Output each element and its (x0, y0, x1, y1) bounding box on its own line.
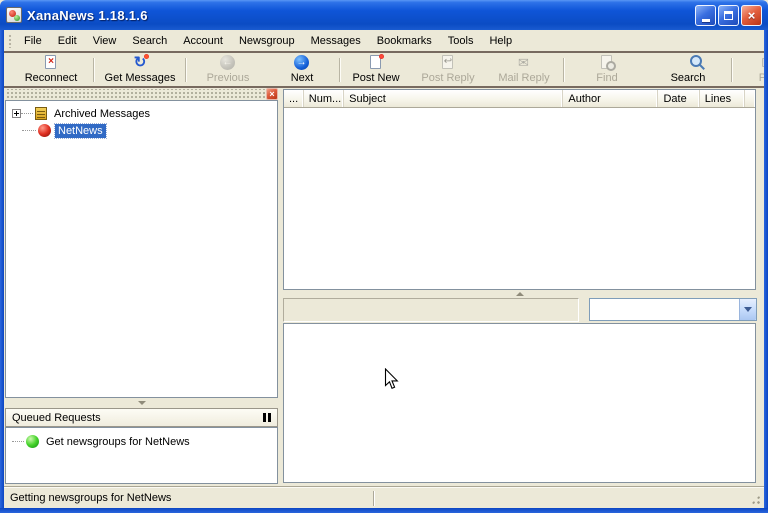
reconnect-button[interactable]: × Reconnect (11, 54, 91, 85)
next-button[interactable]: → Next (267, 54, 337, 85)
folder-pane-drag-strip[interactable] (5, 89, 278, 99)
tree-item-archived-messages[interactable]: Archived Messages (6, 105, 277, 122)
queued-requests-list: Get newsgroups for NetNews (5, 427, 278, 484)
column-header-number[interactable]: Num... (304, 90, 344, 107)
column-header-date[interactable]: Date (658, 90, 699, 107)
status-bar: Getting newsgroups for NetNews (4, 486, 764, 508)
splitter-collapse-icon (516, 292, 524, 296)
toolbar-separator (563, 58, 565, 82)
message-header-panel (283, 298, 579, 322)
window-border-right (764, 30, 768, 508)
queued-requests-header: Queued Requests (5, 408, 278, 427)
maximize-button[interactable] (718, 5, 739, 26)
toolbar: × Reconnect ↻ Get Messages ← Previous → … (4, 53, 764, 86)
next-icon: → (293, 55, 311, 71)
mail-reply-icon: ✉ (515, 55, 533, 71)
tree-item-label: Archived Messages (51, 107, 153, 121)
window-controls: × (695, 5, 762, 26)
combobox-value (590, 299, 739, 320)
band-divider (4, 86, 764, 88)
minimize-button[interactable] (695, 5, 716, 26)
close-button[interactable]: × (741, 5, 762, 26)
message-list: ... Num... Subject Author Date Lines (283, 89, 756, 290)
status-message: Getting newsgroups for NetNews (4, 492, 171, 504)
queued-request-label: Get newsgroups for NetNews (43, 435, 193, 449)
menu-file[interactable]: File (16, 33, 50, 49)
app-icon (6, 7, 22, 23)
column-header-subject[interactable]: Subject (344, 90, 563, 107)
app-window: XanaNews 1.18.1.6 × File Edit View Searc… (0, 0, 768, 513)
menu-help[interactable]: Help (481, 33, 520, 49)
maximize-icon (724, 11, 733, 20)
previous-icon: ← (219, 55, 237, 71)
menu-search[interactable]: Search (124, 33, 175, 49)
message-list-header: ... Num... Subject Author Date Lines (284, 90, 755, 108)
menu-edit[interactable]: Edit (50, 33, 85, 49)
message-preview-pane (283, 323, 756, 483)
status-panel-divider (373, 491, 375, 506)
window-border-bottom (0, 508, 768, 513)
tree-connector (22, 130, 36, 131)
post-reply-icon: ↩ (439, 55, 457, 71)
menu-bar: File Edit View Search Account Newsgroup … (4, 30, 764, 51)
close-icon: × (748, 9, 756, 22)
horizontal-splitter[interactable] (283, 290, 756, 298)
tree-item-netnews[interactable]: NetNews (6, 122, 277, 139)
queued-request-item[interactable]: Get newsgroups for NetNews (6, 433, 277, 450)
folder-pane-close-button[interactable]: × (266, 88, 278, 100)
menu-account[interactable]: Account (175, 33, 231, 49)
find-button[interactable]: Find (567, 54, 647, 85)
mail-reply-button[interactable]: ✉ Mail Reply (487, 54, 561, 85)
tree-connector (12, 441, 24, 442)
column-header-lines[interactable]: Lines (700, 90, 745, 107)
menu-drag-grip[interactable] (7, 33, 12, 48)
title-bar: XanaNews 1.18.1.6 × (0, 0, 768, 30)
pause-icon[interactable] (263, 413, 271, 422)
queued-requests-title: Queued Requests (12, 412, 101, 424)
chevron-down-icon (744, 307, 752, 312)
menu-view[interactable]: View (85, 33, 125, 49)
column-header-author[interactable]: Author (563, 90, 658, 107)
get-messages-button[interactable]: ↻ Get Messages (97, 54, 183, 85)
column-header-flags[interactable]: ... (284, 90, 304, 107)
minimize-icon (702, 19, 710, 22)
column-header-filler (745, 90, 755, 107)
menu-messages[interactable]: Messages (303, 33, 369, 49)
folder-tree: Archived Messages NetNews (5, 100, 278, 398)
close-icon: × (269, 89, 274, 99)
vertical-splitter[interactable] (5, 398, 278, 408)
combobox-dropdown-button[interactable] (739, 299, 756, 320)
splitter-collapse-icon (138, 401, 146, 405)
toolbar-separator (339, 58, 341, 82)
window-title: XanaNews 1.18.1.6 (27, 8, 148, 23)
reconnect-icon: × (42, 55, 60, 71)
window-border-left (0, 30, 4, 508)
resize-grip-icon[interactable] (749, 493, 762, 506)
tree-connector (21, 113, 33, 114)
toolbar-separator (93, 58, 95, 82)
tree-item-label: NetNews (55, 124, 106, 138)
newsgroup-combobox[interactable] (589, 298, 757, 321)
request-status-icon (26, 435, 39, 448)
menu-bookmarks[interactable]: Bookmarks (369, 33, 440, 49)
previous-button[interactable]: ← Previous (189, 54, 267, 85)
toolbar-separator (731, 58, 733, 82)
archive-folder-icon (35, 107, 47, 120)
menu-newsgroup[interactable]: Newsgroup (231, 33, 303, 49)
post-new-button[interactable]: Post New (343, 54, 409, 85)
print-button[interactable]: Print (735, 54, 764, 85)
post-new-icon (367, 55, 385, 71)
find-icon (598, 55, 616, 71)
menu-tools[interactable]: Tools (440, 33, 482, 49)
search-icon (679, 55, 697, 71)
news-server-icon (38, 124, 51, 137)
get-messages-icon: ↻ (131, 55, 149, 71)
expand-plus-icon[interactable] (12, 109, 21, 118)
toolbar-separator (185, 58, 187, 82)
post-reply-button[interactable]: ↩ Post Reply (409, 54, 487, 85)
search-button[interactable]: Search (647, 54, 729, 85)
